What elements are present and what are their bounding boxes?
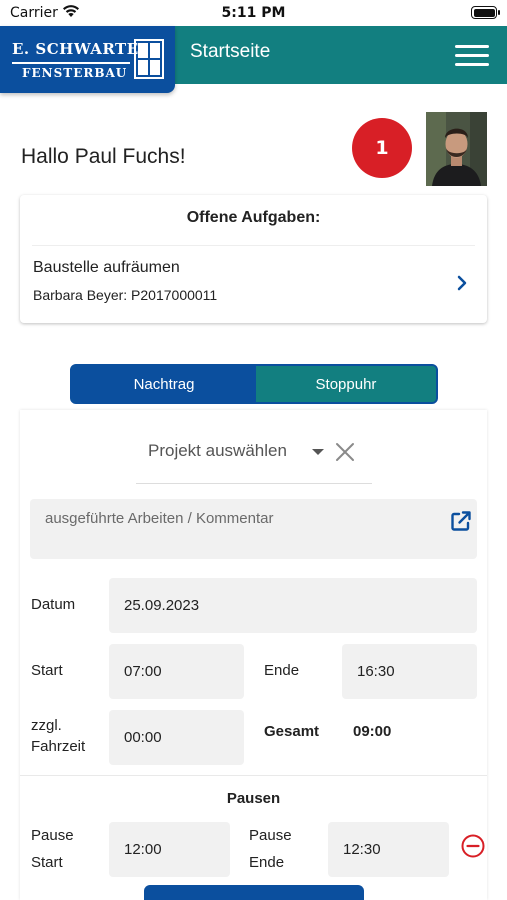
date-label: Datum — [31, 596, 76, 613]
divider — [32, 245, 475, 246]
menu-bar-icon — [455, 63, 489, 66]
greeting-text: Hallo Paul Fuchs! — [21, 145, 186, 168]
project-select[interactable]: Projekt auswählen — [136, 438, 372, 484]
hamburger-menu-button[interactable] — [455, 42, 489, 68]
mode-segmented-control: Nachtrag Stoppuhr — [70, 364, 438, 404]
notification-badge[interactable]: 1 — [352, 118, 412, 178]
clock: 5:11 PM — [221, 5, 286, 21]
status-bar: Carrier 5:11 PM — [0, 0, 507, 26]
menu-bar-icon — [455, 45, 489, 48]
tab-stoppuhr[interactable]: Stoppuhr — [256, 366, 436, 402]
tab-nachtrag[interactable]: Nachtrag — [72, 366, 256, 402]
page-title: Startseite — [190, 41, 271, 62]
pause-start-label-line2: Start — [31, 854, 63, 871]
person-icon — [426, 112, 487, 186]
travel-time-field[interactable]: 00:00 — [109, 710, 244, 765]
pause-start-field[interactable]: 12:00 — [109, 822, 230, 877]
minus-circle-icon[interactable] — [461, 834, 485, 858]
caret-down-icon — [312, 449, 324, 455]
pauses-heading: Pausen — [226, 790, 281, 807]
pause-start-label-line1: Pause — [31, 827, 74, 844]
battery-icon — [471, 6, 500, 19]
task-title: Baustelle aufräumen — [33, 259, 180, 276]
total-label: Gesamt — [264, 723, 320, 740]
start-label: Start — [31, 662, 63, 679]
total-value: 09:00 — [353, 723, 392, 740]
comment-placeholder: ausgeführte Arbeiten / Kommentar — [45, 510, 274, 527]
window-icon — [134, 39, 164, 79]
start-time-field[interactable]: 07:00 — [109, 644, 244, 699]
open-tasks-card: Offene Aufgaben: Baustelle aufräumen Bar… — [20, 195, 487, 323]
logo-line-2: FENSTERBAU — [22, 66, 128, 80]
logo-underline — [12, 62, 130, 64]
pause-end-label-line1: Pause — [249, 827, 292, 844]
menu-bar-icon — [455, 54, 489, 57]
task-subtitle: Barbara Beyer: P2017000011 — [33, 287, 218, 303]
pause-end-field[interactable]: 12:30 — [328, 822, 449, 877]
submit-button[interactable] — [144, 885, 364, 900]
end-time-field[interactable]: 16:30 — [342, 644, 477, 699]
comment-field[interactable]: ausgeführte Arbeiten / Kommentar — [30, 499, 477, 559]
close-icon[interactable] — [335, 442, 355, 462]
chevron-right-icon — [457, 275, 467, 291]
open-tasks-heading: Offene Aufgaben: — [186, 209, 321, 226]
date-field[interactable]: 25.09.2023 — [109, 578, 477, 633]
travel-time-label-line2: Fahrzeit — [31, 738, 86, 755]
task-list-item[interactable]: Baustelle aufräumen Barbara Beyer: P2017… — [20, 247, 487, 321]
avatar[interactable] — [426, 112, 487, 186]
end-label: Ende — [264, 662, 300, 679]
company-logo[interactable]: E. SCHWARTE FENSTERBAU — [0, 26, 175, 93]
pause-end-label-line2: Ende — [249, 854, 285, 871]
project-select-placeholder: Projekt auswählen — [148, 441, 287, 460]
logo-line-1: E. SCHWARTE — [12, 40, 139, 58]
divider — [20, 775, 487, 776]
external-link-icon[interactable] — [450, 510, 472, 532]
travel-time-label-line1: zzgl. — [31, 717, 62, 734]
